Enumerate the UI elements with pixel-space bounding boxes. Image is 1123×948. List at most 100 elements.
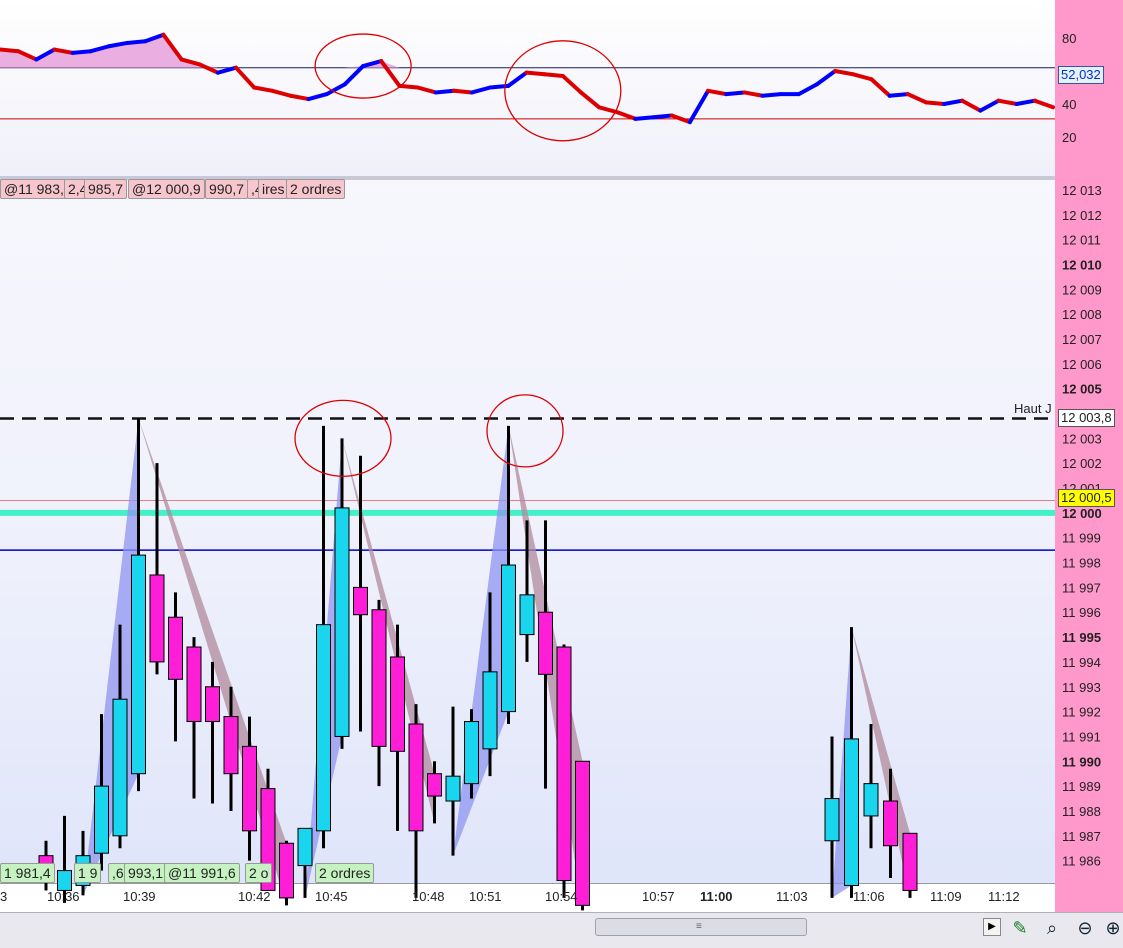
indicator-segment bbox=[270, 88, 293, 98]
bear-candle bbox=[575, 760, 590, 906]
price-axis-label: 12 007 bbox=[1062, 332, 1102, 347]
price-axis-label: 12 013 bbox=[1062, 183, 1102, 198]
time-axis-label: 10:36 bbox=[47, 889, 80, 904]
price-axis-label: 12 002 bbox=[1062, 456, 1102, 471]
order-tag[interactable]: ires bbox=[258, 179, 289, 199]
price-axis-label: 11 993 bbox=[1062, 680, 1101, 695]
order-tag[interactable]: 2 o bbox=[245, 863, 273, 883]
indicator-segment bbox=[869, 77, 892, 98]
bear-candle bbox=[556, 646, 572, 882]
indicator-segment bbox=[252, 85, 275, 93]
chart-settings-icon[interactable]: ✎ bbox=[1008, 916, 1032, 940]
dashed-level-name: Haut J bbox=[1014, 401, 1052, 416]
indicator-segment bbox=[942, 98, 965, 106]
bear-candle bbox=[427, 773, 442, 797]
price-axis-label: 12 003 bbox=[1062, 431, 1102, 446]
indicator-segment bbox=[506, 70, 529, 88]
price-axis-label: 11 992 bbox=[1062, 705, 1101, 720]
time-axis-label: 11:03 bbox=[776, 889, 808, 904]
indicator-axis-label: 80 bbox=[1062, 31, 1076, 46]
indicator-segment bbox=[578, 90, 602, 110]
indicator-segment bbox=[978, 98, 1001, 113]
indicator-value-label: 52,032 bbox=[1058, 66, 1104, 84]
order-tag[interactable]: 2 ordres bbox=[315, 863, 375, 883]
indicator-segment bbox=[796, 82, 819, 97]
order-tag[interactable]: 2 ordres bbox=[286, 179, 346, 199]
order-tag[interactable]: @11 991,6 bbox=[164, 863, 240, 883]
scroll-grip-icon[interactable]: ≡ bbox=[696, 921, 702, 932]
order-tag[interactable]: 993,1 bbox=[124, 863, 168, 883]
indicator-segment bbox=[760, 92, 783, 98]
horizontal-scrollbar[interactable]: ≡ bbox=[595, 918, 807, 936]
indicator-segment bbox=[342, 64, 366, 87]
indicator-segment bbox=[833, 69, 856, 77]
price-axis-label: 11 990 bbox=[1062, 754, 1101, 769]
zoom-in-icon[interactable]: ⊕ bbox=[1103, 916, 1123, 940]
indicator-segment bbox=[996, 98, 1019, 106]
bear-candle bbox=[242, 745, 257, 832]
current-price-label: 12 000,5 bbox=[1058, 489, 1115, 507]
bull-candle bbox=[94, 785, 109, 854]
indicator-segment bbox=[615, 110, 638, 121]
price-axis-label: 11 991 bbox=[1062, 729, 1101, 744]
time-axis-label: 10:57 bbox=[642, 889, 675, 904]
indicator-segment bbox=[706, 88, 729, 97]
price-axis-label: 11 986 bbox=[1062, 854, 1101, 869]
indicator-segment bbox=[923, 100, 947, 106]
time-axis-label: 10:51 bbox=[469, 889, 502, 904]
bear-candle bbox=[538, 611, 553, 675]
time-axis-label: 11:06 bbox=[853, 889, 885, 904]
indicator-segment bbox=[433, 88, 456, 95]
indicator-segment bbox=[197, 62, 220, 75]
bear-candle bbox=[353, 586, 368, 616]
time-axis-label: 10:42 bbox=[238, 889, 271, 904]
chart-canvas[interactable]: 8060402012 01312 01212 01112 01012 00912… bbox=[0, 0, 1123, 912]
price-axis-label: 11 995 bbox=[1062, 630, 1101, 645]
bear-candle bbox=[279, 842, 294, 899]
up-swing-shade bbox=[83, 418, 139, 896]
scroll-right-arrow-icon[interactable]: ▶ bbox=[983, 918, 1001, 936]
price-axis-label: 12 012 bbox=[1062, 208, 1102, 223]
bear-candle bbox=[205, 686, 220, 723]
indicator-segment bbox=[851, 72, 874, 82]
price-axis-label: 12 000 bbox=[1062, 506, 1102, 521]
indicator-segment bbox=[0, 47, 21, 54]
price-axis-label: 11 997 bbox=[1062, 580, 1101, 595]
zoom-fit-icon[interactable]: ⌕ bbox=[1040, 916, 1064, 940]
indicator-segment bbox=[633, 115, 656, 121]
bull-candle bbox=[464, 721, 479, 785]
indicator-segment bbox=[524, 70, 547, 77]
order-tag[interactable]: 1 9 bbox=[74, 863, 102, 883]
price-axis-label: 11 989 bbox=[1062, 779, 1101, 794]
indicator-segment bbox=[542, 72, 565, 78]
time-axis-label: 3 bbox=[0, 889, 7, 904]
zoom-out-icon[interactable]: ⊖ bbox=[1073, 916, 1097, 940]
price-axis-label: 11 988 bbox=[1062, 804, 1101, 819]
indicator-segment bbox=[724, 90, 747, 97]
bull-candle bbox=[297, 827, 313, 867]
down-swing-shade bbox=[851, 627, 910, 898]
bear-candle bbox=[168, 616, 183, 680]
order-tag[interactable]: 990,7 bbox=[205, 179, 249, 199]
indicator-segment bbox=[905, 92, 928, 105]
time-axis-label: 10:48 bbox=[412, 889, 445, 904]
order-tag[interactable]: 1 981,4 bbox=[0, 863, 55, 883]
time-axis-label: 10:54 bbox=[545, 889, 578, 904]
indicator-segment bbox=[470, 85, 493, 95]
price-axis-label: 12 009 bbox=[1062, 282, 1102, 297]
bear-candle bbox=[390, 656, 405, 752]
indicator-segment bbox=[742, 90, 765, 98]
indicator-axis-label: 20 bbox=[1062, 130, 1076, 145]
indicator-segment bbox=[306, 92, 329, 102]
bull-candle bbox=[445, 775, 461, 802]
bear-candle bbox=[149, 574, 165, 663]
bear-candle bbox=[223, 716, 239, 775]
order-tag[interactable]: 985,7 bbox=[84, 179, 128, 199]
bull-candle bbox=[112, 698, 128, 837]
bull-candle bbox=[863, 783, 879, 817]
indicator-segment bbox=[651, 113, 674, 120]
indicator-segment bbox=[1032, 98, 1055, 110]
bull-candle bbox=[501, 564, 516, 713]
order-tag[interactable]: @12 000,9 bbox=[128, 179, 205, 199]
bear-candle bbox=[408, 723, 424, 832]
